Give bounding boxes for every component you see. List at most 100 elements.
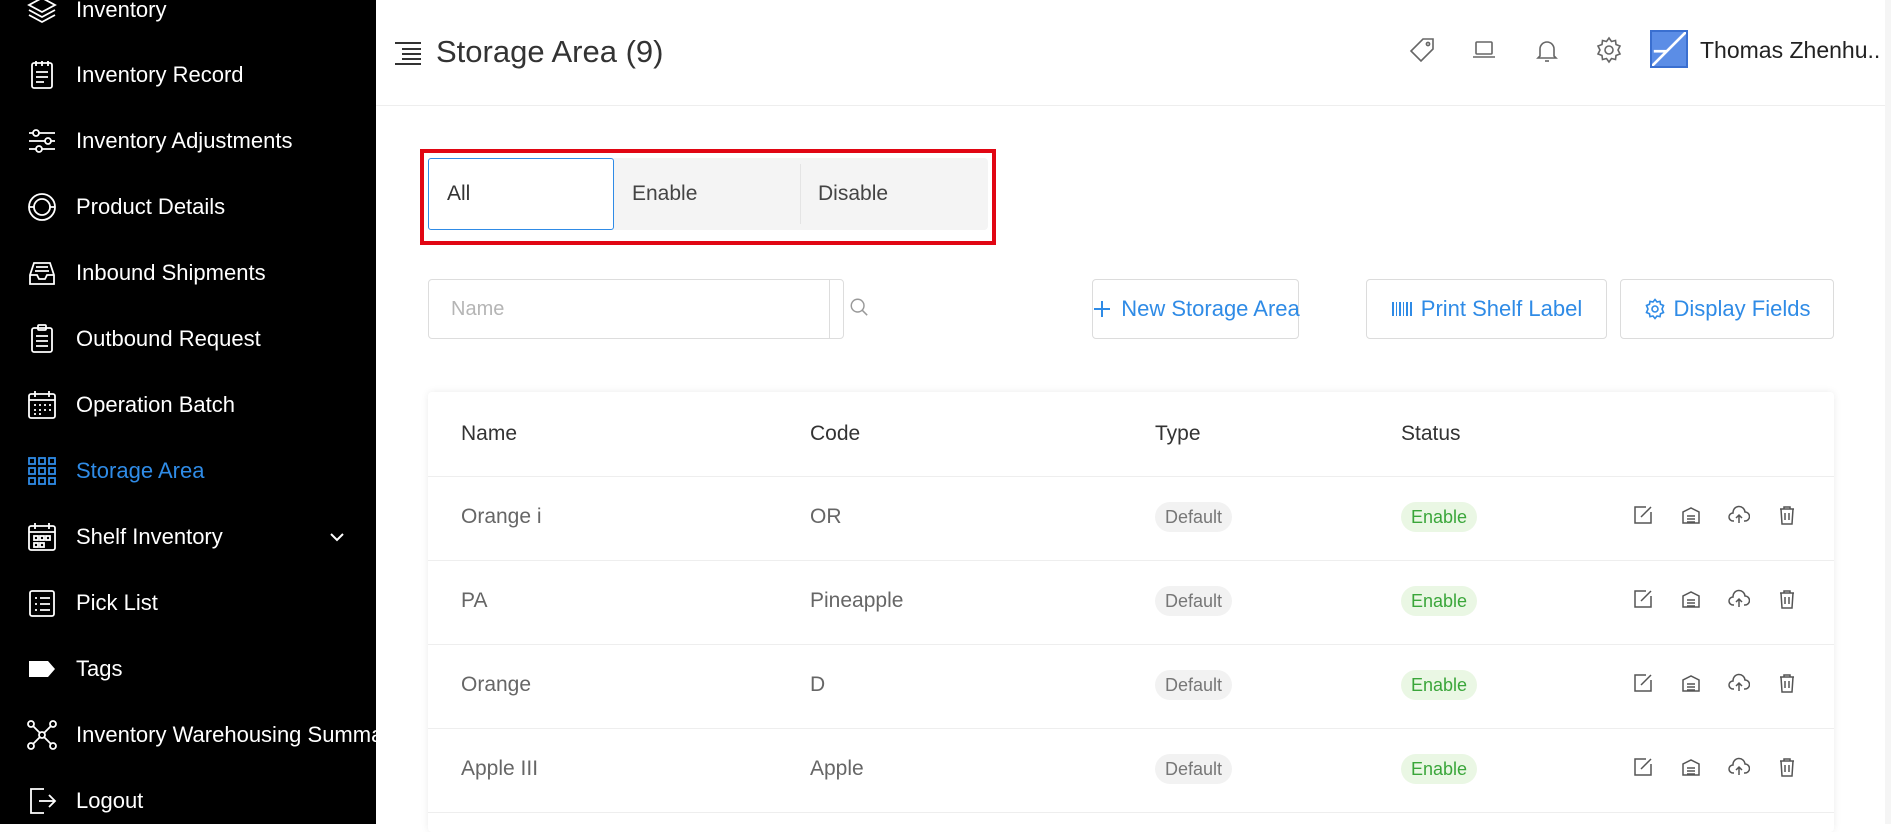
search-box (428, 279, 868, 339)
bell-icon[interactable] (1533, 36, 1561, 64)
sidebar-item-label: Inventory Adjustments (76, 128, 293, 153)
sidebar-item-outbound-request[interactable]: Outbound Request (0, 306, 376, 372)
search-icon (849, 297, 869, 322)
shelf-icon[interactable] (1680, 756, 1702, 778)
sidebar-item-label: Outbound Request (76, 326, 261, 351)
column-header-status[interactable]: Status (1401, 422, 1461, 446)
column-header-name[interactable]: Name (461, 422, 517, 446)
sidebar-item-inventory[interactable]: Inventory (0, 0, 376, 43)
shelf-icon[interactable] (1680, 672, 1702, 694)
display-fields-button[interactable]: Display Fields (1620, 279, 1834, 339)
status-badge: Enable (1401, 670, 1478, 700)
sidebar-item-logout[interactable]: Logout (0, 768, 376, 824)
status-badge: Enable (1401, 502, 1478, 532)
sidebar-item-storage-area[interactable]: Storage Area (0, 438, 376, 504)
page-scrollbar[interactable] (1885, 0, 1891, 824)
sidebar-item-label: Shelf Inventory (76, 524, 223, 549)
checklist-icon (26, 587, 58, 619)
tag-icon (26, 653, 58, 685)
sidebar-item-label: Inbound Shipments (76, 260, 266, 285)
network-icon (26, 719, 58, 751)
sidebar-item-inbound-shipments[interactable]: Inbound Shipments (0, 240, 376, 306)
gear-icon[interactable] (1595, 36, 1623, 64)
tab-all[interactable]: All (428, 158, 614, 230)
search-input[interactable] (429, 280, 829, 338)
sidebar-item-pick-list[interactable]: Pick List (0, 570, 376, 636)
chevron-down-icon[interactable] (326, 526, 348, 548)
upload-cloud-icon[interactable] (1728, 756, 1750, 778)
print-shelf-label-text: Print Shelf Label (1420, 296, 1583, 321)
sidebar-item-label: Inventory Record (76, 62, 244, 87)
target-icon (26, 191, 58, 223)
cell-name: Orange (461, 673, 532, 696)
trash-icon[interactable] (1776, 588, 1798, 610)
trash-icon[interactable] (1776, 504, 1798, 526)
tag-outline-icon[interactable] (1408, 36, 1436, 64)
tab-disable[interactable]: Disable (800, 158, 986, 230)
sidebar-item-label: Product Details (76, 194, 226, 219)
status-badge: Enable (1401, 586, 1478, 616)
sidebar-item-label: Storage Area (76, 458, 205, 483)
trash-icon[interactable] (1776, 672, 1798, 694)
cell-code: OR (810, 505, 842, 528)
column-header-type[interactable]: Type (1155, 422, 1201, 446)
type-badge: Default (1155, 586, 1233, 616)
layers-icon (26, 0, 58, 26)
upload-cloud-icon[interactable] (1728, 672, 1750, 694)
calendar-shelf-icon (26, 521, 58, 553)
tab-enable[interactable]: Enable (614, 158, 800, 230)
upload-cloud-icon[interactable] (1728, 504, 1750, 526)
sidebar-item-operation-batch[interactable]: Operation Batch (0, 372, 376, 438)
shelf-icon[interactable] (1680, 504, 1702, 526)
gear-icon (1644, 298, 1666, 320)
sidebar-item-label: Logout (76, 788, 144, 813)
sidebar-item-label: Pick List (76, 590, 158, 615)
cell-name: Orange i (461, 505, 542, 528)
status-badge: Enable (1401, 754, 1478, 784)
column-header-code[interactable]: Code (810, 422, 860, 446)
edit-icon[interactable] (1632, 672, 1654, 694)
sidebar-item-inventory-warehousing-summary[interactable]: Inventory Warehousing Summar (0, 702, 376, 768)
sidebar-item-product-details[interactable]: Product Details (0, 174, 376, 240)
cell-code: Apple (810, 757, 864, 780)
table-row[interactable]: PA Pineapple Default Enable (428, 560, 1834, 645)
inbox-tray-icon (26, 257, 58, 289)
new-storage-area-button[interactable]: New Storage Area (1092, 279, 1300, 339)
clipboard-list-icon (26, 323, 58, 355)
top-bar: Storage Area (9) Thomas Zhenhu.. (376, 0, 1891, 106)
menu-toggle-icon[interactable] (394, 38, 424, 68)
user-name[interactable]: Thomas Zhenhu.. (1700, 37, 1880, 64)
storage-area-table: Name Code Type Status Orange i OR Defaul… (428, 392, 1834, 832)
new-storage-area-label: New Storage Area (1121, 296, 1300, 321)
sidebar-item-inventory-adjustments[interactable]: Inventory Adjustments (0, 108, 376, 174)
print-shelf-label-button[interactable]: Print Shelf Label (1366, 279, 1607, 339)
search-button[interactable] (829, 280, 889, 338)
cell-code: Pineapple (810, 589, 904, 612)
cell-code: D (810, 673, 826, 696)
upload-cloud-icon[interactable] (1728, 588, 1750, 610)
sidebar-item-label: Tags (76, 656, 123, 681)
sidebar: Inventory Inventory Record Inventory Adj… (0, 0, 376, 824)
display-fields-label: Display Fields (1673, 296, 1811, 321)
sidebar-item-shelf-inventory[interactable]: Shelf Inventory (0, 504, 376, 570)
table-row[interactable]: Apple III Apple Default Enable (428, 728, 1834, 813)
shelf-icon[interactable] (1680, 588, 1702, 610)
main-content: Storage Area (9) Thomas Zhenhu.. All Ena… (376, 0, 1891, 832)
status-filter-tabs: All Enable Disable (428, 158, 988, 230)
edit-icon[interactable] (1632, 504, 1654, 526)
edit-icon[interactable] (1632, 756, 1654, 778)
trash-icon[interactable] (1776, 756, 1798, 778)
edit-icon[interactable] (1632, 588, 1654, 610)
sliders-icon (26, 125, 58, 157)
calendar-grid-icon (26, 389, 58, 421)
grid-icon (26, 455, 58, 487)
sidebar-item-inventory-record[interactable]: Inventory Record (0, 42, 376, 108)
sidebar-item-tags[interactable]: Tags (0, 636, 376, 702)
type-badge: Default (1155, 502, 1233, 532)
laptop-icon[interactable] (1470, 36, 1498, 64)
avatar[interactable] (1650, 30, 1688, 68)
sidebar-item-label: Operation Batch (76, 392, 235, 417)
table-row[interactable]: Orange i OR Default Enable (428, 476, 1834, 561)
sidebar-item-label: Inventory (76, 0, 167, 22)
table-row[interactable]: Orange D Default Enable (428, 644, 1834, 729)
